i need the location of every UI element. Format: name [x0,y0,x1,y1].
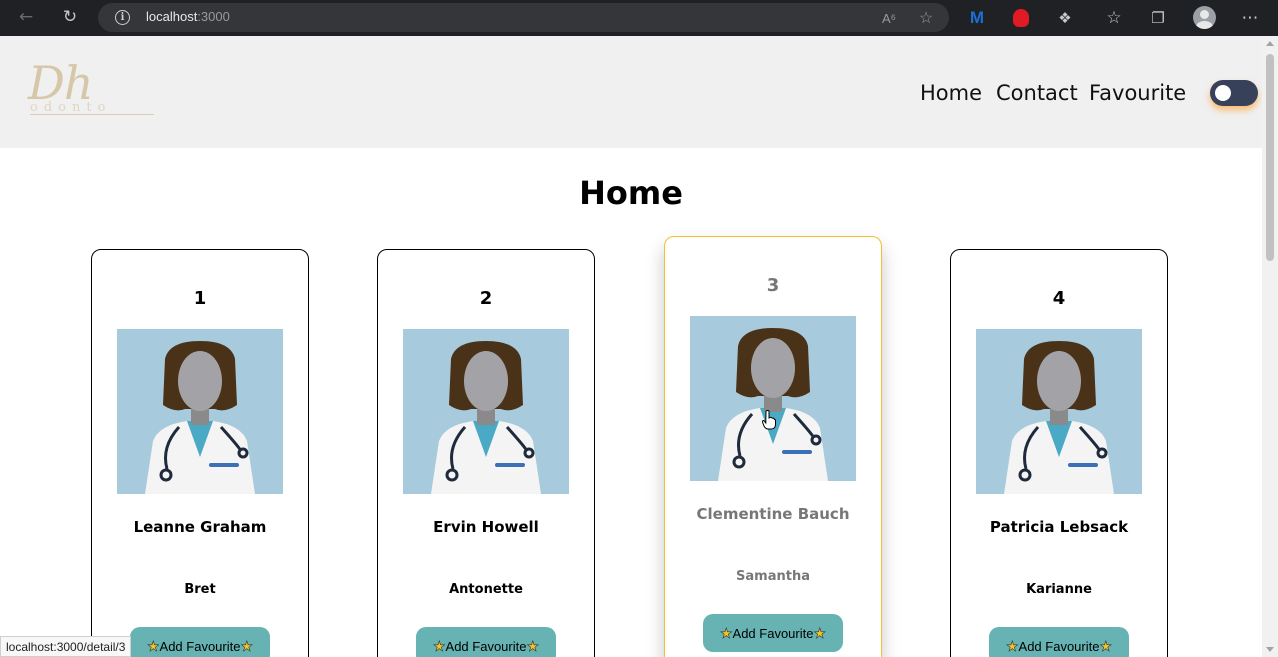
doctor-avatar [403,329,569,494]
status-bar-link: localhost:3000/detail/3 [0,636,132,657]
extensions-puzzle-icon[interactable]: ❖ [1053,6,1077,30]
doctor-avatar [976,329,1142,494]
star-icon: ★ [240,637,254,654]
dentist-card[interactable]: 2 Ervin Howell Antonette ★ Add Favourite ★ [377,249,595,657]
page-scrollbar[interactable] [1262,36,1278,657]
nav-link-home[interactable]: Home [920,81,982,105]
back-arrow-icon[interactable]: ← [14,5,38,29]
logo-underline [30,114,154,115]
info-icon[interactable]: i [115,10,130,25]
add-favourite-button[interactable]: ★ Add Favourite ★ [703,614,843,652]
scroll-down-arrow-icon[interactable] [1266,647,1274,652]
add-favorite-star-icon[interactable]: ☆ [916,8,936,28]
dentist-card[interactable]: 3 Clementine Bauch Samantha ★ Add Favouri… [664,236,882,657]
site-header: Dh odonto Home Contact Favourite [0,36,1262,148]
star-icon: ★ [432,637,446,654]
nav-link-contact[interactable]: Contact [996,81,1078,105]
url-text[interactable]: localhost:3000 [146,9,230,24]
card-name: Ervin Howell [433,518,539,536]
favorites-icon[interactable]: ☆ [1102,6,1126,30]
add-favourite-button[interactable]: ★ Add Favourite ★ [416,627,556,657]
doctor-avatar [690,316,856,481]
toggle-knob [1215,85,1231,101]
browser-toolbar: ← ↻ i localhost:3000 A⁶ ☆ M ❖ ☆ ❐ ⋯ [0,0,1278,36]
card-username: Bret [184,582,216,597]
card-username: Karianne [1026,582,1092,597]
card-id: 4 [1052,288,1066,309]
star-icon: ★ [1005,637,1019,654]
star-icon: ★ [146,637,160,654]
page-viewport: Dh odonto Home Contact Favourite Home 1 [0,36,1262,657]
logo-subtitle: odonto [30,100,112,115]
add-favourite-button[interactable]: ★ Add Favourite ★ [989,627,1129,657]
logo[interactable]: Dh odonto [28,56,156,120]
address-bar[interactable]: i localhost:3000 A⁶ ☆ [98,3,949,32]
scroll-up-arrow-icon[interactable] [1266,41,1274,46]
doctor-illustration-icon [431,341,541,494]
doctor-avatar [117,329,283,494]
dentist-card[interactable]: 4 Patricia Lebsack Karianne ★ Add Favouri… [950,249,1168,657]
card-name: Clementine Bauch [696,505,850,523]
reload-icon[interactable]: ↻ [58,5,82,29]
page-title: Home [579,174,683,212]
card-name: Patricia Lebsack [989,518,1129,536]
theme-toggle[interactable] [1210,80,1258,106]
doctor-illustration-icon [145,341,255,494]
card-id: 1 [193,288,207,309]
star-icon: ★ [719,624,733,641]
card-username: Samantha [736,569,810,584]
star-icon: ★ [526,637,540,654]
card-id: 2 [479,288,493,309]
star-icon: ★ [1099,637,1113,654]
dentist-card[interactable]: 1 Leanne Graham Bret ★ Add Favourite ★ [91,249,309,657]
collections-icon[interactable]: ❐ [1146,6,1170,30]
nav-link-favourite[interactable]: Favourite [1089,81,1186,105]
doctor-illustration-icon [718,328,828,481]
profile-avatar-icon[interactable] [1193,6,1216,29]
read-aloud-icon[interactable]: A⁶ [879,8,899,28]
add-favourite-button[interactable]: ★ Add Favourite ★ [130,627,270,657]
adblock-extension-icon[interactable] [1009,6,1033,30]
doctor-illustration-icon [1004,341,1114,494]
card-username: Antonette [449,582,523,597]
more-menu-icon[interactable]: ⋯ [1238,6,1262,30]
scrollbar-thumb[interactable] [1266,54,1274,261]
hand-cursor-icon [762,410,776,430]
malwarebytes-extension-icon[interactable]: M [965,6,989,30]
card-name: Leanne Graham [133,518,267,536]
star-icon: ★ [813,624,827,641]
card-id: 3 [766,275,780,296]
